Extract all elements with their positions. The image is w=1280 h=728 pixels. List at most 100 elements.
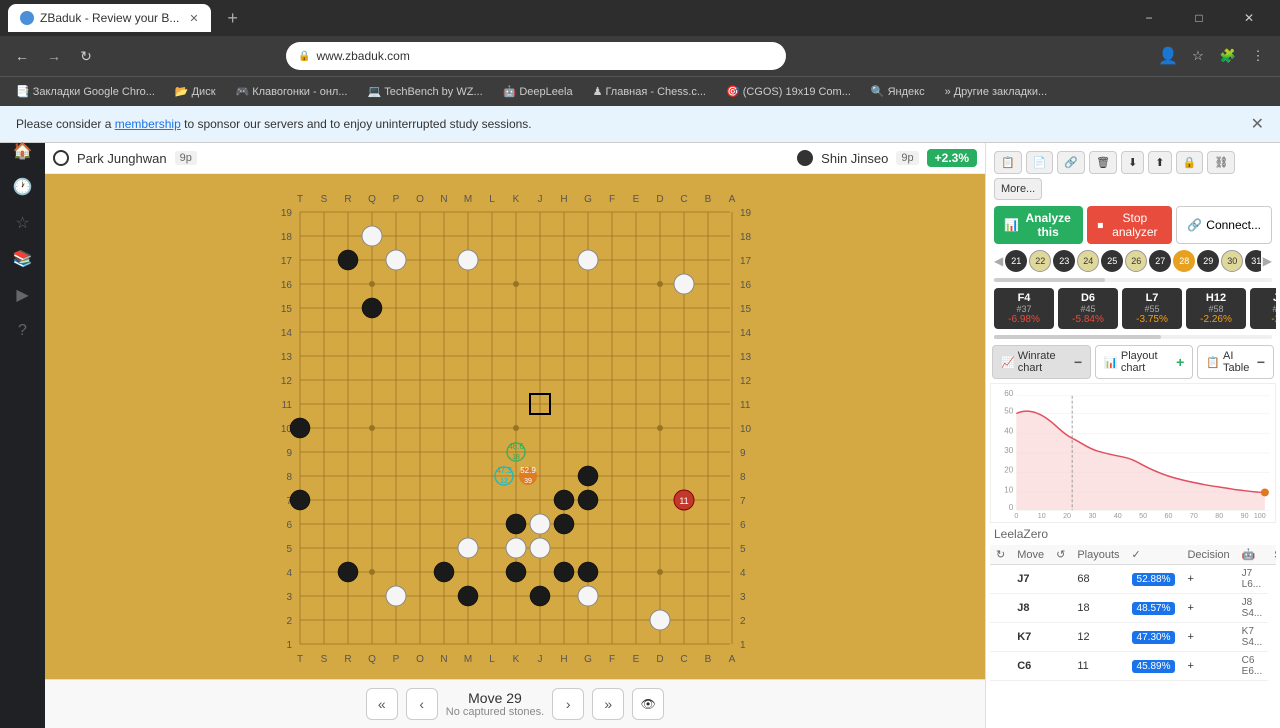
nav-icons: 👤 ☆ 🧩 ⋮	[1154, 42, 1272, 70]
move-strip-next[interactable]: ▶	[1263, 254, 1272, 268]
connect-btn[interactable]: 🔗 Connect...	[1176, 206, 1272, 244]
back-btn[interactable]: ←	[8, 42, 36, 70]
svg-text:48.6: 48.6	[508, 442, 524, 451]
move-strip-scrollbar-thumb[interactable]	[994, 278, 1105, 282]
upload-btn[interactable]: ⬆	[1148, 151, 1171, 174]
analyze-btn[interactable]: 📊 Analyze this	[994, 206, 1083, 244]
move-21[interactable]: 21	[1005, 250, 1027, 272]
bookmark-7[interactable]: 🎯 (CGOS) 19x19 Com...	[718, 83, 859, 100]
left-play-icon[interactable]: ▶	[7, 279, 39, 311]
profile-btn[interactable]: 👤	[1154, 42, 1182, 70]
left-history-icon[interactable]: 🕐	[7, 171, 39, 203]
table-row[interactable]: K7 12 47.30% + K7 S4...	[990, 623, 1276, 652]
playout-chart-tab[interactable]: 📊 Playout chart +	[1095, 345, 1193, 379]
last-move-btn[interactable]: »	[592, 688, 624, 720]
address-bar[interactable]: 🔒 www.zbaduk.com	[286, 42, 786, 70]
bookmark-4[interactable]: 💻 TechBench by WZ...	[360, 83, 491, 100]
table-row[interactable]: C6 11 45.89% + C6 E6...	[990, 652, 1276, 681]
blunder-card-4[interactable]: JC #30 -2...	[1250, 288, 1276, 329]
extension-btn[interactable]: 🧩	[1214, 42, 1242, 70]
active-tab[interactable]: ZBaduk - Review your B... ✕	[8, 4, 211, 32]
svg-text:70: 70	[1190, 513, 1198, 520]
move-25[interactable]: 25	[1101, 250, 1123, 272]
blunder-card-0[interactable]: F4 #37 -6.98%	[994, 288, 1054, 329]
maximize-btn[interactable]: □	[1176, 0, 1222, 36]
blunder-card-1[interactable]: D6 #45 -5.84%	[1058, 288, 1118, 329]
menu-btn[interactable]: ⋮	[1244, 42, 1272, 70]
tab-favicon	[20, 11, 34, 25]
copy-btn[interactable]: 📋	[994, 151, 1022, 174]
stop-btn[interactable]: ⏹ Stop analyzer	[1087, 206, 1172, 244]
move-26[interactable]: 26	[1125, 250, 1147, 272]
row-playouts-icon-1	[1050, 594, 1071, 623]
next-move-btn[interactable]: ›	[552, 688, 584, 720]
delete-btn[interactable]: 🗑	[1089, 151, 1117, 174]
forward-btn[interactable]: →	[40, 42, 68, 70]
row-ai-icon-3: +	[1181, 652, 1235, 681]
ai-table-tab[interactable]: 📋 AI Table −	[1197, 345, 1274, 379]
minimize-btn[interactable]: −	[1126, 0, 1172, 36]
move-22[interactable]: 22	[1029, 250, 1051, 272]
bookmark-5[interactable]: 🤖 DeepLeela	[495, 83, 581, 100]
bookmark-3[interactable]: 🎮 Клавогонки - онл...	[228, 83, 356, 100]
row-index-1	[990, 594, 1011, 623]
svg-text:K: K	[513, 654, 520, 665]
move-28[interactable]: 28	[1173, 250, 1195, 272]
blunder-scrollbar-thumb[interactable]	[994, 335, 1161, 339]
blunder-card-3[interactable]: H12 #58 -2.26%	[1186, 288, 1246, 329]
left-star-icon[interactable]: ☆	[7, 207, 39, 239]
link-btn[interactable]: ⛓	[1207, 151, 1235, 174]
table-row[interactable]: J7 68 52.88% + J7 L6...	[990, 565, 1276, 594]
row-decision-btn-1[interactable]: 48.57%	[1126, 594, 1182, 623]
move-23[interactable]: 23	[1053, 250, 1075, 272]
svg-text:12: 12	[500, 478, 508, 485]
bookmark-8[interactable]: 🔍 Яндекс	[863, 83, 933, 100]
row-decision-btn-0[interactable]: 52.88%	[1126, 565, 1182, 594]
bookmark-6[interactable]: ♟ Главная - Chess.c...	[585, 83, 714, 100]
share-btn[interactable]: 🔗	[1057, 151, 1085, 174]
row-playouts-icon-3	[1050, 652, 1071, 681]
left-book-icon[interactable]: 📚	[7, 243, 39, 275]
move-31[interactable]: 31	[1245, 250, 1261, 272]
membership-link[interactable]: membership	[115, 117, 181, 131]
row-decision-btn-3[interactable]: 45.89%	[1126, 652, 1182, 681]
banner-close-btn[interactable]: ✕	[1251, 114, 1264, 134]
prev-move-btn[interactable]: ‹	[406, 688, 438, 720]
move-27[interactable]: 27	[1149, 250, 1171, 272]
move-30[interactable]: 30	[1221, 250, 1243, 272]
blunder-pct-2: -3.75%	[1136, 314, 1168, 325]
bookmark-2[interactable]: 📂 Диск	[167, 83, 224, 100]
move-info: Move 29 No captured stones.	[446, 690, 544, 718]
table-row[interactable]: J8 18 48.57% + J8 S4...	[990, 594, 1276, 623]
svg-text:80: 80	[1215, 513, 1223, 520]
table-header-row: ↻ Move ↺ Playouts ✓ Decision 🤖 S...	[990, 545, 1276, 565]
paste-btn[interactable]: 📄	[1026, 151, 1054, 174]
row-decision-btn-2[interactable]: 47.30%	[1126, 623, 1182, 652]
move-strip-prev[interactable]: ◀	[994, 254, 1003, 268]
row-seq-1: J8 S4...	[1236, 594, 1269, 623]
svg-text:J: J	[538, 194, 543, 205]
close-btn[interactable]: ✕	[1226, 0, 1272, 36]
more-btn[interactable]: More...	[994, 178, 1042, 200]
blunder-move-1: #45	[1080, 304, 1095, 314]
bookmark-1[interactable]: 📑 Закладки Google Chro...	[8, 83, 163, 100]
download-btn[interactable]: ⬇	[1121, 151, 1144, 174]
lock-btn[interactable]: 🔒	[1176, 151, 1204, 174]
first-move-btn[interactable]: «	[366, 688, 398, 720]
row-seq-2: K7 S4...	[1236, 623, 1269, 652]
move-29[interactable]: 29	[1197, 250, 1219, 272]
left-home-icon[interactable]: 🏠	[7, 135, 39, 167]
winrate-chart-tab[interactable]: 📈 Winrate chart −	[992, 345, 1091, 379]
reload-btn[interactable]: ↻	[72, 42, 100, 70]
go-board-svg[interactable]: TSR QPO NML KJH GFE DCB A 191817 161514 …	[270, 182, 760, 672]
blunder-card-2[interactable]: L7 #55 -3.75%	[1122, 288, 1182, 329]
toggle-view-btn[interactable]: 👁	[632, 688, 664, 720]
new-tab-btn[interactable]: +	[219, 4, 247, 32]
left-help-icon[interactable]: ?	[7, 315, 39, 347]
bookmark-more[interactable]: » Другие закладки...	[937, 84, 1056, 100]
svg-text:40: 40	[1114, 513, 1122, 520]
star-btn[interactable]: ☆	[1184, 42, 1212, 70]
tab-close-btn[interactable]: ✕	[189, 12, 198, 25]
move-24[interactable]: 24	[1077, 250, 1099, 272]
svg-text:11: 11	[740, 400, 751, 411]
